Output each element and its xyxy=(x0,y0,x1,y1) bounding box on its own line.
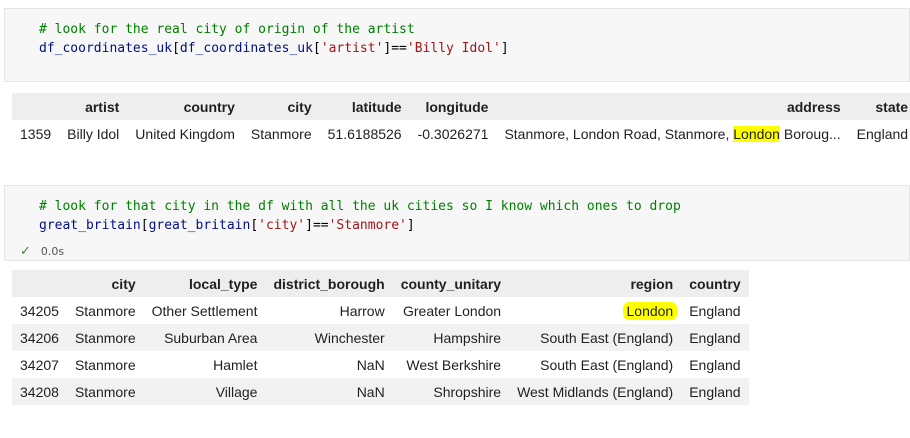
cell-country: England xyxy=(689,329,741,346)
execution-time: 0.0s xyxy=(40,244,65,258)
code-cell-2[interactable]: # look for that city in the df with all … xyxy=(4,185,910,261)
code-identifier: df_coordinates_uk xyxy=(179,41,313,56)
cell-longitude: -0.3026271 xyxy=(417,125,489,142)
cell-region: London xyxy=(509,297,681,324)
address-text: Boroug... xyxy=(779,125,841,142)
column-header: country xyxy=(183,98,235,115)
cell-county-unitary: Hampshire xyxy=(433,329,502,346)
row-index: 34205 xyxy=(20,302,59,319)
code-cell-1[interactable]: # look for the real city of origin of th… xyxy=(4,8,910,82)
cell-country: United Kingdom xyxy=(135,125,235,142)
check-icon: ✓ xyxy=(20,243,31,259)
dataframe-output-1: artist country city latitude longitude a… xyxy=(12,93,910,147)
column-header: artist xyxy=(85,98,120,115)
column-header: longitude xyxy=(425,98,489,115)
dataframe-output-2: city local_type district_borough county_… xyxy=(12,270,749,405)
cell-county-unitary: Greater London xyxy=(402,302,502,319)
execution-status: ✓ 0.0s xyxy=(20,243,64,259)
column-header: country xyxy=(689,275,741,292)
cell-city: Stanmore xyxy=(74,383,136,400)
cell-district-borough: Winchester xyxy=(314,329,385,346)
column-header: region xyxy=(630,275,674,292)
column-header: city xyxy=(287,98,312,115)
row-index: 34207 xyxy=(20,356,59,373)
table-row: 34206 Stanmore Suburban Area Winchester … xyxy=(12,324,749,351)
cell-district-borough: NaN xyxy=(356,383,385,400)
cell-country: England xyxy=(689,356,741,373)
code-string: 'city' xyxy=(258,218,306,233)
code-identifier: df_coordinates_uk xyxy=(39,41,173,56)
cell-city: Stanmore xyxy=(74,302,136,319)
code-operator: [ xyxy=(140,218,149,233)
code-operator: ] xyxy=(500,41,509,56)
cell-city: Stanmore xyxy=(74,356,136,373)
code-operator: [ xyxy=(172,41,180,56)
highlighted-text: London xyxy=(622,301,678,320)
table-header-row: city local_type district_borough county_… xyxy=(12,270,749,297)
column-header: local_type xyxy=(188,275,258,292)
code-operator: ] xyxy=(406,218,415,233)
row-index: 1359 xyxy=(20,125,52,142)
code-comment: # look for that city in the df with all … xyxy=(39,199,681,214)
code-operator: [ xyxy=(250,218,259,233)
table-row: 1359 Billy Idol United Kingdom Stanmore … xyxy=(12,120,910,147)
column-header: state xyxy=(875,98,909,115)
column-header: county_unitary xyxy=(400,275,502,292)
row-index: 34206 xyxy=(20,329,59,346)
cell-country: England xyxy=(689,383,741,400)
cell-city: Stanmore xyxy=(250,125,312,142)
code-string: 'Stanmore' xyxy=(328,218,407,233)
column-header xyxy=(12,93,59,120)
code-identifier: great_britain xyxy=(148,218,251,233)
code-operator: ]== xyxy=(383,41,407,56)
cell-region: South East (England) xyxy=(540,356,674,373)
column-header: address xyxy=(786,98,841,115)
cell-state: England xyxy=(856,125,909,142)
table-row: 34205 Stanmore Other Settlement Harrow G… xyxy=(12,297,749,324)
table-header-row: artist country city latitude longitude a… xyxy=(12,93,910,120)
highlighted-text: London xyxy=(733,125,780,142)
code-comment: # look for the real city of origin of th… xyxy=(39,22,415,37)
code-string: 'Billy Idol' xyxy=(406,41,501,56)
cell-country: England xyxy=(689,302,741,319)
code-operator: [ xyxy=(312,41,321,56)
cell-latitude: 51.6188526 xyxy=(327,125,402,142)
cell-local-type: Other Settlement xyxy=(151,302,258,319)
cell-region: South East (England) xyxy=(540,329,674,346)
cell-county-unitary: West Berkshire xyxy=(406,356,502,373)
cell-county-unitary: Shropshire xyxy=(433,383,502,400)
code-string: 'artist' xyxy=(320,41,384,56)
cell-city: Stanmore xyxy=(74,329,136,346)
cell-region: West Midlands (England) xyxy=(517,383,674,400)
cell-local-type: Village xyxy=(215,383,258,400)
code-identifier: great_britain xyxy=(39,218,141,233)
cell-local-type: Hamlet xyxy=(213,356,258,373)
column-header: latitude xyxy=(351,98,402,115)
cell-address: Stanmore, London Road, Stanmore, London … xyxy=(496,120,848,147)
code-editor-2[interactable]: # look for that city in the df with all … xyxy=(39,197,681,235)
code-editor-1[interactable]: # look for the real city of origin of th… xyxy=(39,20,509,58)
cell-artist: Billy Idol xyxy=(67,125,120,142)
cell-district-borough: Harrow xyxy=(339,302,385,319)
column-header xyxy=(12,270,67,297)
table-row: 34207 Stanmore Hamlet NaN West Berkshire… xyxy=(12,351,749,378)
table-row: 34208 Stanmore Village NaN Shropshire We… xyxy=(12,378,749,405)
address-text: Stanmore, London Road, Stanmore, xyxy=(504,125,734,142)
row-index: 34208 xyxy=(20,383,59,400)
column-header: city xyxy=(111,275,136,292)
cell-district-borough: NaN xyxy=(356,356,385,373)
column-header: district_borough xyxy=(273,275,385,292)
cell-local-type: Suburban Area xyxy=(164,329,258,346)
code-operator: ]== xyxy=(305,218,329,233)
